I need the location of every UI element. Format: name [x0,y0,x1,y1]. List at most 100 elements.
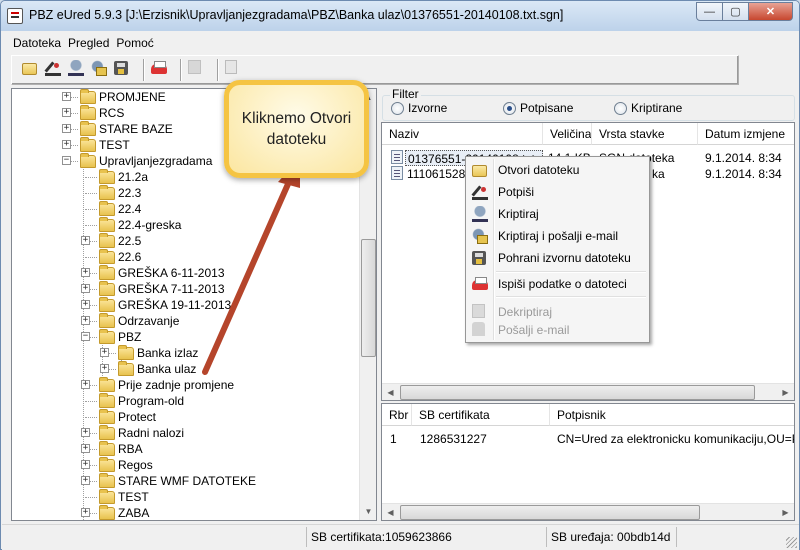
toolbar-decrypt-button[interactable] [188,60,208,80]
folder-icon [99,264,115,280]
tree-item-label: Regos [118,458,153,472]
window-title: PBZ eUred 5.9.3 [J:\Erzisnik\Upravljanje… [29,8,564,22]
toolbar [11,55,739,85]
minimize-button[interactable]: — [696,2,723,21]
tree-item[interactable]: + Prije zadnje promjene [12,376,360,393]
context-menu-item[interactable]: Pohrani izvornu datoteku [468,247,647,269]
tree-item[interactable]: 22.6 [12,248,360,265]
expand-icon[interactable]: + [81,444,90,453]
expand-icon[interactable]: + [81,460,90,469]
column-header-date[interactable]: Datum izmjene [698,123,794,145]
tree-item[interactable]: Protect [12,408,360,425]
tree-item[interactable]: + Banka izlaz [12,344,360,361]
resize-grip-icon[interactable] [786,537,797,548]
column-header-type[interactable]: Vrsta stavke [592,123,698,145]
radio-izvorne[interactable]: Izvorne [391,101,447,115]
cert-rbr: 1 [390,432,397,446]
tree-item[interactable]: + GREŠKA 6-11-2013 [12,264,360,281]
tree-item[interactable]: + ZABA [12,504,360,520]
expand-icon[interactable]: + [81,284,90,293]
context-menu-item[interactable]: Pošalji e-mail [468,319,647,341]
folder-icon [99,488,115,504]
context-menu-item[interactable]: Kriptiraj i pošalji e-mail [468,225,647,247]
cert-horizontal-scrollbar[interactable]: ◀ ▶ [382,503,794,520]
toolbar-encrypt-mail-button[interactable] [91,60,111,80]
column-header-name[interactable]: Naziv [382,123,543,145]
tree-item[interactable]: + Regos [12,456,360,473]
toolbar-save-button[interactable] [114,60,134,80]
expand-icon[interactable]: + [81,380,90,389]
tree-item[interactable]: + Radni nalozi [12,424,360,441]
menu-pregled[interactable]: Pregled [68,36,109,50]
expand-icon[interactable]: + [81,508,90,517]
tree-item-content: 22.6 [99,248,141,264]
tree-item[interactable]: 22.4 [12,200,360,217]
tree-item[interactable]: + STARE WMF DATOTEKE [12,472,360,489]
tree-item[interactable]: + Banka ulaz [12,360,360,377]
menu-pomoc[interactable]: Pomoć [116,36,153,50]
tree-item[interactable]: Program-old [12,392,360,409]
expand-icon[interactable]: + [81,428,90,437]
context-menu-item[interactable]: Otvori datoteku [468,159,647,181]
expand-icon[interactable]: + [81,476,90,485]
scroll-left-icon[interactable]: ◀ [382,504,399,520]
expand-icon[interactable]: + [100,348,109,357]
tree-item[interactable]: + GREŠKA 7-11-2013 [12,280,360,297]
toolbar-print-button[interactable] [151,60,171,80]
tree-item[interactable]: + GREŠKA 19-11-2013 [12,296,360,313]
column-header-signer[interactable]: Potpisnik [550,404,794,426]
tree-item-label: TEST [99,138,130,152]
folder-open-icon [472,165,487,177]
toolbar-open-button[interactable] [22,60,42,80]
expand-icon[interactable]: + [81,236,90,245]
tree-item[interactable]: 22.3 [12,184,360,201]
column-header-rbr[interactable]: Rbr [382,404,412,426]
tree-item-content: PROMJENE [80,89,166,104]
toolbar-encrypt-button[interactable] [68,60,88,80]
collapse-icon[interactable]: − [81,332,90,341]
toolbar-sign-button[interactable] [45,60,65,80]
expand-icon[interactable]: + [100,364,109,373]
menu-datoteka[interactable]: Datoteka [13,36,61,50]
folder-icon [80,89,96,104]
context-menu-item[interactable]: Kriptiraj [468,203,647,225]
expand-icon[interactable]: + [81,300,90,309]
expand-icon[interactable]: + [62,108,71,117]
tree-item[interactable]: 22.4-greska [12,216,360,233]
expand-icon[interactable]: + [81,268,90,277]
files-horizontal-scrollbar[interactable]: ◀ ▶ [382,383,794,400]
expand-icon[interactable]: + [62,140,71,149]
scroll-down-icon[interactable]: ▼ [360,503,376,520]
tree-item-content: STARE WMF DATOTEKE [99,472,256,488]
scroll-right-icon[interactable]: ▶ [777,384,794,400]
tree-item[interactable]: + RBA [12,440,360,457]
folder-icon [99,168,115,184]
folder-icon [99,248,115,264]
maximize-button[interactable]: ▢ [722,2,749,21]
tree-item[interactable]: + Odrzavanje [12,312,360,329]
menu-separator [496,296,646,298]
tree-item[interactable]: TEST [12,488,360,505]
cert-scroll-thumb[interactable] [400,505,700,520]
tree-item[interactable]: − PBZ [12,328,360,345]
files-scroll-thumb[interactable] [400,385,755,400]
certificate-list[interactable]: Rbr SB certifikata Potpisnik 1 128653122… [381,403,795,521]
tree-item-content: GREŠKA 6-11-2013 [99,264,225,280]
radio-label: Potpisane [520,101,574,115]
tree-item[interactable]: +22.5 [12,232,360,249]
context-menu-item[interactable]: Ispiši podatke o datoteci [468,273,647,295]
column-header-cert[interactable]: SB certifikata [412,404,550,426]
expand-icon[interactable]: + [62,92,71,101]
collapse-icon[interactable]: − [62,156,71,165]
radio-kriptirane[interactable]: Kriptirane [614,101,682,115]
scroll-right-icon[interactable]: ▶ [777,504,794,520]
scroll-left-icon[interactable]: ◀ [382,384,399,400]
toolbar-details-button[interactable] [225,60,245,80]
context-menu-item[interactable]: Potpiši [468,181,647,203]
column-header-size[interactable]: Veličina [543,123,592,145]
expand-icon[interactable]: + [81,316,90,325]
expand-icon[interactable]: + [62,124,71,133]
radio-potpisane[interactable]: Potpisane [503,101,573,115]
tree-scroll-thumb[interactable] [361,239,376,357]
close-button[interactable]: ✕ [748,2,793,21]
